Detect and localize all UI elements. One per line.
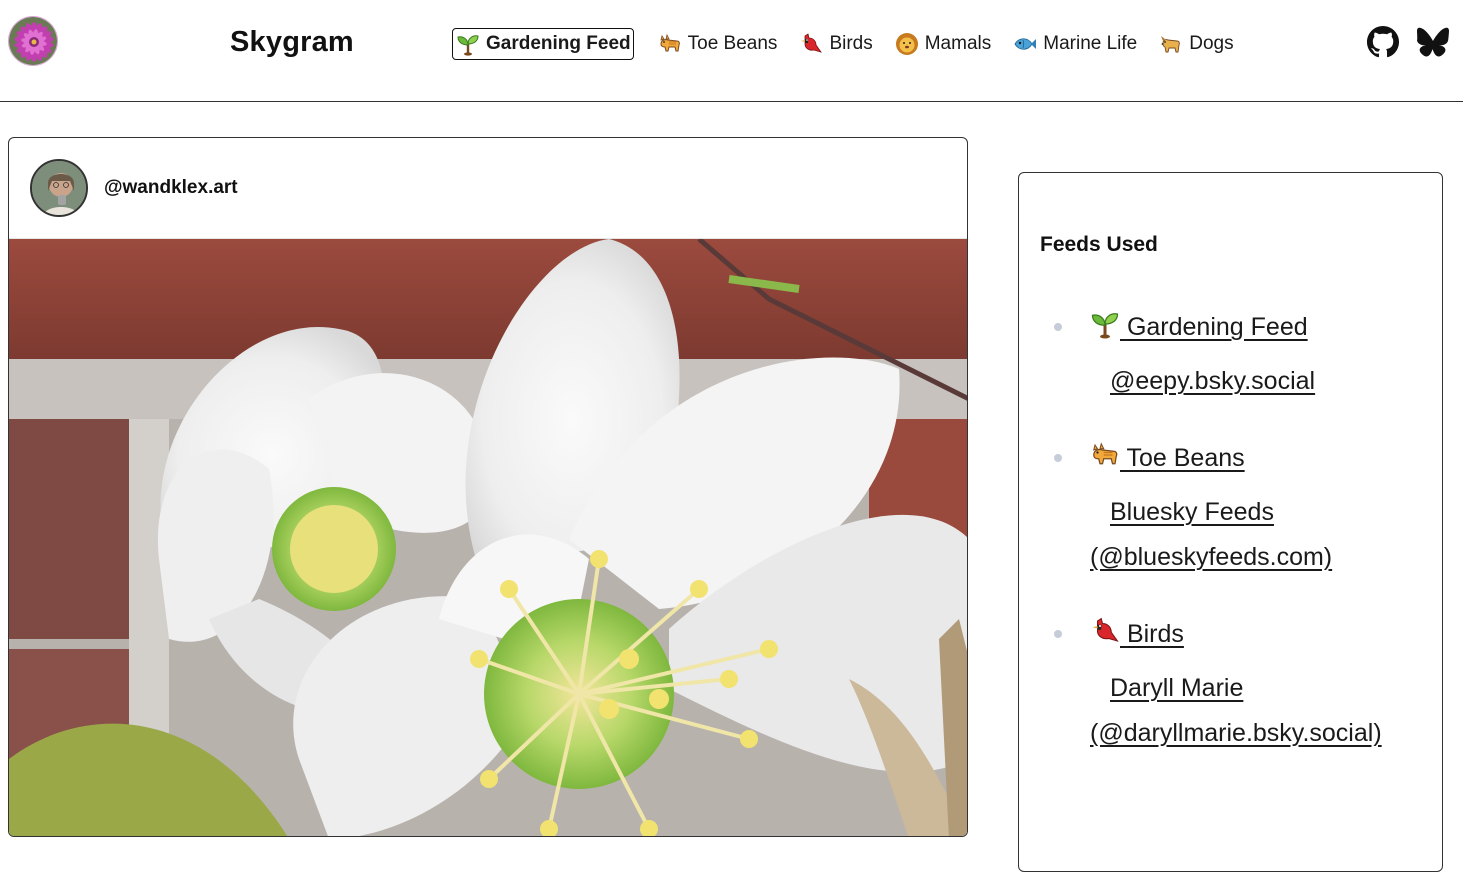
app-title[interactable]: Skygram [230,26,354,59]
feed-author-link[interactable]: Bluesky Feeds (@blueskyfeeds.com) [1090,490,1424,580]
tab-label: Toe Beans [687,33,778,54]
feed-tabs: Gardening Feed Toe Beans Birds Mamals Ma… [452,28,1252,60]
cat-icon [658,32,682,56]
feed-link-gardening[interactable]: Gardening Feed [1090,303,1424,351]
post-card: @wandklex.art [8,137,968,837]
tab-toe-beans[interactable]: Toe Beans [654,28,782,60]
external-links [1367,26,1449,58]
post-author-handle[interactable]: @wandklex.art [104,177,238,199]
fish-icon [1013,32,1037,56]
tab-mamals[interactable]: Mamals [891,28,996,60]
feed-author-link[interactable]: Daryll Marie (@daryllmarie.bsky.social) [1090,666,1424,756]
tab-dogs[interactable]: Dogs [1155,28,1237,60]
list-item: Birds Daryll Marie (@daryllmarie.bsky.so… [1019,610,1444,756]
feed-name-label: Toe Beans [1126,444,1245,472]
bluesky-butterfly-icon[interactable] [1417,26,1449,58]
user-avatar-icon [32,161,86,215]
github-icon[interactable] [1367,26,1399,58]
feed-link-toe-beans[interactable]: Toe Beans [1090,434,1424,482]
tab-birds[interactable]: Birds [795,28,876,60]
top-navigation-bar: Skygram Gardening Feed Toe Beans Birds M… [0,0,1463,102]
app-logo[interactable] [8,16,58,66]
feed-name-label: Gardening Feed [1126,313,1308,341]
lion-icon [895,32,919,56]
tab-marine-life[interactable]: Marine Life [1009,28,1141,60]
white-hellebore-flower-photo-icon[interactable] [9,239,968,837]
seedling-icon [1090,309,1120,339]
tab-label: Birds [829,33,873,54]
tab-label: Dogs [1189,33,1234,54]
post-header: @wandklex.art [9,138,967,239]
cardinal-bird-icon [1090,616,1120,646]
seedling-icon [456,32,480,56]
tab-label: Mamals [924,33,992,54]
feed-list: Gardening Feed @eepy.bsky.social Toe Bea… [1019,303,1444,786]
cardinal-bird-icon [799,32,823,56]
cat-icon [1090,440,1120,470]
feed-name-label: Birds [1126,620,1184,648]
list-item: Toe Beans Bluesky Feeds (@blueskyfeeds.c… [1019,434,1444,580]
feeds-used-panel: Feeds Used Gardening Feed @eepy.bsky.soc… [1018,172,1443,872]
sidebar-title: Feeds Used [1040,233,1158,256]
feed-author-link[interactable]: @eepy.bsky.social [1090,359,1424,404]
tab-gardening-feed[interactable]: Gardening Feed [452,28,634,60]
list-item: Gardening Feed @eepy.bsky.social [1019,303,1444,404]
tab-label: Marine Life [1043,33,1138,54]
tab-label: Gardening Feed [486,33,631,54]
zinnia-flower-logo-icon [9,17,57,65]
avatar[interactable] [30,159,88,217]
feed-link-birds[interactable]: Birds [1090,610,1424,658]
dog-icon [1159,32,1183,56]
